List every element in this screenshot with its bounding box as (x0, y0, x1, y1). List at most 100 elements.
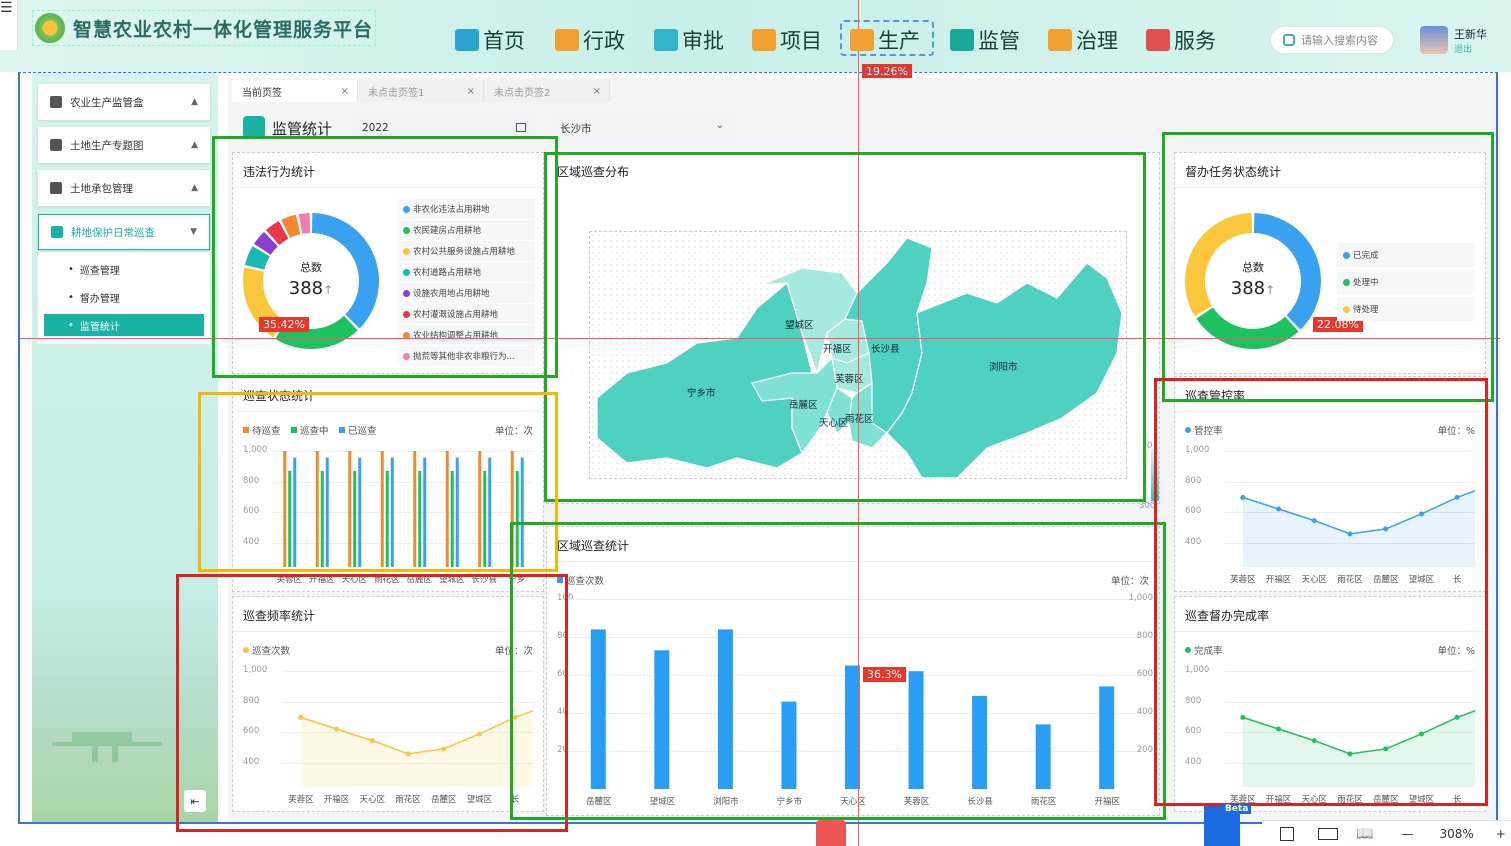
logout-link[interactable]: 退出 (1454, 42, 1472, 55)
bar[interactable] (390, 457, 394, 567)
bar[interactable] (478, 451, 482, 567)
data-point[interactable] (298, 714, 304, 720)
bar[interactable] (315, 451, 319, 567)
zoom-in-button[interactable]: + (1496, 827, 1506, 841)
side-toggle-icon[interactable]: ☰ (0, 0, 18, 50)
year-picker[interactable]: 2022 (352, 117, 536, 139)
data-point[interactable] (1276, 506, 1282, 512)
data-point[interactable] (1311, 738, 1317, 744)
legend-item[interactable]: 农业结构调整占用耕地 (397, 325, 535, 345)
data-point[interactable] (476, 731, 482, 737)
zoom-out-button[interactable]: — (1401, 827, 1413, 841)
city-select[interactable]: 长沙市 ⌄ (550, 117, 734, 139)
bar[interactable] (325, 457, 329, 567)
legend-item[interactable]: 农村公共服务设施占用耕地 (397, 241, 535, 261)
tab[interactable]: 未点击页签1 × (358, 80, 484, 102)
nav-item[interactable]: 生产 (850, 24, 920, 56)
bar[interactable] (445, 451, 449, 567)
sidebar-menu[interactable]: 土地承包管理 ▲ (38, 170, 210, 206)
bar[interactable] (717, 629, 733, 789)
bar[interactable] (590, 629, 606, 789)
nav-item[interactable]: 首页 (455, 24, 525, 56)
bar[interactable] (1035, 724, 1051, 789)
legend-item[interactable]: 已完成 (1337, 243, 1475, 267)
bar[interactable] (418, 470, 422, 567)
data-point[interactable] (1347, 751, 1353, 757)
legend-item[interactable]: 抛荒等其他非农非粮行为... (397, 346, 535, 366)
data-point[interactable] (334, 726, 340, 732)
bar[interactable] (385, 470, 389, 567)
legend-item[interactable]: 非农化违法占用耕地 (397, 199, 535, 219)
tab[interactable]: 未点击页签2 × (484, 80, 610, 102)
bar[interactable] (908, 671, 924, 789)
data-point[interactable] (441, 746, 447, 752)
page-view-icon[interactable] (1280, 826, 1294, 841)
data-point[interactable] (512, 714, 518, 720)
legend-item[interactable]: 农村道路占用耕地 (397, 262, 535, 282)
bar[interactable] (413, 451, 417, 567)
nav-item[interactable]: 服务 (1146, 24, 1216, 56)
sidebar-menu[interactable]: 农业生产监管盒 ▲ (38, 84, 210, 120)
close-icon[interactable]: × (593, 86, 601, 97)
bar[interactable] (654, 650, 670, 789)
bar[interactable] (283, 451, 287, 567)
legend-item[interactable]: 待处理 (1337, 297, 1475, 321)
close-icon[interactable]: × (341, 86, 349, 97)
book-icon[interactable]: 📖 (1356, 826, 1373, 842)
bar[interactable] (288, 470, 292, 567)
nav-item[interactable]: 项目 (752, 24, 822, 56)
data-point[interactable] (1383, 746, 1389, 752)
bar[interactable] (348, 451, 352, 567)
bar[interactable] (293, 457, 297, 567)
bar[interactable] (353, 470, 357, 567)
data-point[interactable] (1311, 518, 1317, 524)
bar[interactable] (515, 470, 519, 567)
legend-item[interactable]: 处理中 (1337, 270, 1475, 294)
submenu-item[interactable]: • 巡查管理 (44, 258, 204, 280)
sidebar-menu[interactable]: 耕地保护日常巡查 ▼ (38, 214, 210, 250)
collapse-icon[interactable]: ⇤ (184, 790, 206, 812)
data-point[interactable] (1454, 714, 1460, 720)
bar[interactable] (483, 470, 487, 567)
nav-item[interactable]: 治理 (1048, 24, 1118, 56)
legend-item[interactable]: 设施农用地占用耕地 (397, 283, 535, 303)
legend-item[interactable]: 农村灌溉设施占用耕地 (397, 304, 535, 324)
data-point[interactable] (1418, 511, 1424, 517)
bar[interactable] (380, 451, 384, 567)
bar[interactable] (781, 701, 797, 789)
nav-item[interactable]: 审批 (654, 24, 724, 56)
legend-item[interactable]: 农民建房占用耕地 (397, 220, 535, 240)
data-point[interactable] (1240, 494, 1246, 500)
bar[interactable] (450, 470, 454, 567)
search-input[interactable]: 请输入搜索内容 (1270, 26, 1394, 54)
submenu-item[interactable]: • 监管统计 (44, 314, 204, 336)
bar[interactable] (1099, 686, 1115, 789)
data-point[interactable] (369, 738, 375, 744)
data-point[interactable] (1347, 531, 1353, 537)
data-point[interactable] (1383, 526, 1389, 532)
submenu-item[interactable]: • 督办管理 (44, 286, 204, 308)
nav-item[interactable]: 监管 (950, 24, 1020, 56)
bar[interactable] (972, 695, 988, 789)
data-point[interactable] (1418, 731, 1424, 737)
bar[interactable] (520, 457, 524, 567)
sidebar-menu[interactable]: 土地生产专题图 ▲ (38, 127, 210, 163)
zoom-search-icon[interactable] (816, 820, 846, 846)
data-point[interactable] (1276, 726, 1282, 732)
data-point[interactable] (1240, 714, 1246, 720)
bar[interactable] (510, 451, 514, 567)
keyboard-icon[interactable] (1318, 827, 1338, 840)
close-icon[interactable]: × (467, 86, 475, 97)
logo[interactable]: 智慧农业农村一体化管理服务平台 (32, 10, 376, 46)
bar[interactable] (423, 457, 427, 567)
data-point[interactable] (405, 751, 411, 757)
bar[interactable] (320, 470, 324, 567)
tab[interactable]: 当前页签 × (232, 80, 358, 102)
data-point[interactable] (1454, 494, 1460, 500)
donut-slice[interactable] (298, 213, 311, 234)
donut-slice[interactable] (1196, 307, 1299, 349)
bar[interactable] (358, 457, 362, 567)
avatar[interactable] (1420, 26, 1448, 54)
nav-item[interactable]: 行政 (555, 24, 625, 56)
bar[interactable] (488, 457, 492, 567)
